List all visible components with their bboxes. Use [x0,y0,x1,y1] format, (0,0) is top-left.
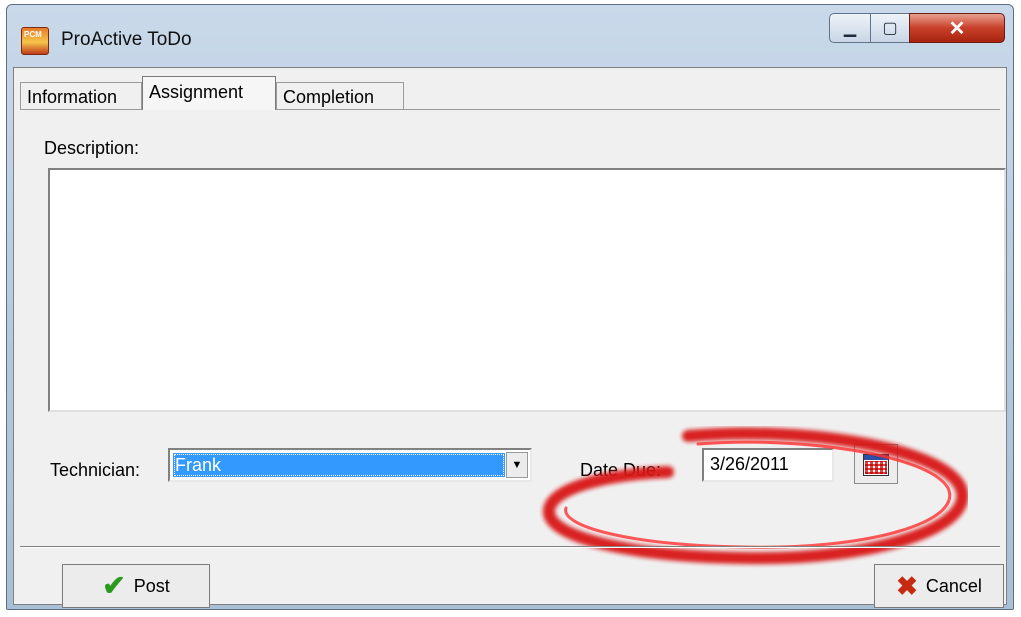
tab-information[interactable]: Information [20,82,142,110]
close-icon: ✕ [948,17,966,40]
app-icon: PCM [21,27,49,55]
date-due-input[interactable]: 3/26/2011 [702,448,834,482]
bottom-separator [20,546,1000,548]
checkmark-icon: ✔ [102,570,126,601]
client-area: Information Assignment Completion Descri… [13,67,1007,608]
technician-select[interactable]: Frank ▼ [168,448,532,482]
dropdown-arrow-icon[interactable]: ▼ [506,452,528,478]
window-title: ProActive ToDo [61,29,192,50]
title-bar[interactable]: PCM ProActive ToDo ▁ ▢ ✕ [7,5,1013,67]
maximize-icon: ▢ [882,20,898,37]
cancel-button[interactable]: ✖ Cancel [874,564,1004,608]
app-window: PCM ProActive ToDo ▁ ▢ ✕ Information Ass… [6,4,1014,610]
minimize-button[interactable]: ▁ [829,13,871,43]
description-textarea[interactable] [48,168,1006,412]
close-button[interactable]: ✕ [909,13,1005,43]
maximize-button[interactable]: ▢ [870,13,910,43]
date-due-label: Date Due: [580,460,662,480]
cancel-button-label: Cancel [925,575,982,596]
calendar-button[interactable] [854,444,898,484]
tab-completion[interactable]: Completion [276,82,404,110]
cancel-x-icon: ✖ [896,571,918,601]
post-button-label: Post [133,575,170,596]
technician-value: Frank [173,453,505,477]
post-button[interactable]: ✔ Post [62,564,210,608]
tab-assignment[interactable]: Assignment [142,76,276,110]
description-label: Description: [44,138,140,158]
calendar-icon [863,454,889,476]
minimize-icon: ▁ [843,20,857,37]
technician-label: Technician: [50,460,141,480]
